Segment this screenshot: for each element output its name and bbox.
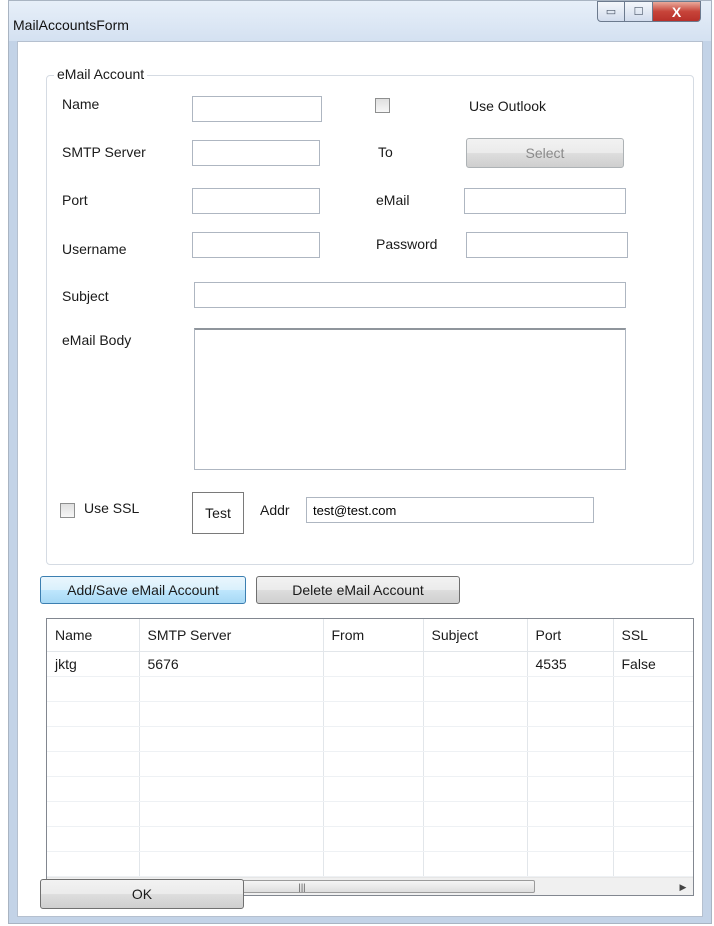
table-row-empty[interactable] [47, 726, 693, 752]
table-cell[interactable]: 4535 [527, 651, 614, 677]
use-outlook-label: Use Outlook [469, 98, 547, 114]
email-body-textarea[interactable] [194, 328, 626, 470]
minimize-icon: ▭ [605, 6, 617, 18]
table-header-row: Name SMTP Server From Subject Port SSL [47, 619, 693, 652]
column-header-subject[interactable]: Subject [423, 619, 528, 652]
use-ssl-label: Use SSL [84, 500, 140, 516]
grip-icon: ||| [298, 881, 306, 892]
maximize-button[interactable]: ☐ [625, 1, 653, 22]
ok-button-label: OK [131, 886, 153, 902]
table-cell[interactable]: jktg [47, 651, 140, 677]
form-client-area: eMail Account Name SMTP Server Port User… [17, 41, 703, 917]
scroll-right-icon[interactable]: ▶ [675, 880, 691, 894]
email-body-label: eMail Body [62, 332, 132, 348]
table-cell[interactable] [323, 651, 424, 677]
email-account-group-legend: eMail Account [54, 66, 148, 82]
addr-input[interactable] [306, 497, 594, 523]
column-header-smtp-server[interactable]: SMTP Server [139, 619, 324, 652]
close-icon: X [671, 3, 682, 20]
mail-accounts-window: MailAccountsForm ▭ ☐ X eMail Account Nam… [8, 0, 712, 924]
table-cell[interactable]: False [613, 651, 693, 677]
select-button[interactable]: Select [466, 138, 624, 168]
column-header-ssl[interactable]: SSL [613, 619, 693, 652]
accounts-table: Name SMTP Server From Subject Port SSL j… [47, 619, 693, 877]
name-input[interactable] [192, 96, 322, 122]
addr-label: Addr [260, 502, 290, 518]
subject-label: Subject [62, 288, 109, 304]
title-bar[interactable]: MailAccountsForm ▭ ☐ X [9, 1, 711, 41]
use-outlook-checkbox[interactable] [375, 98, 390, 113]
email-label: eMail [376, 192, 410, 208]
window-title: MailAccountsForm [13, 17, 129, 33]
table-cell[interactable] [423, 651, 528, 677]
use-ssl-checkbox[interactable] [60, 503, 75, 518]
port-label: Port [62, 192, 88, 208]
column-header-name[interactable]: Name [47, 619, 140, 652]
email-input[interactable] [464, 188, 626, 214]
password-label: Password [376, 236, 438, 252]
column-header-port[interactable]: Port [527, 619, 614, 652]
close-button[interactable]: X [653, 1, 701, 22]
table-row[interactable]: jktg 5676 4535 False [47, 651, 693, 677]
ok-button[interactable]: OK [40, 879, 244, 909]
port-input[interactable] [192, 188, 320, 214]
table-row-empty[interactable] [47, 776, 693, 802]
subject-input[interactable] [194, 282, 626, 308]
test-button-label: Test [205, 505, 231, 521]
caption-buttons: ▭ ☐ X [597, 1, 701, 22]
minimize-button[interactable]: ▭ [597, 1, 625, 22]
smtp-server-label: SMTP Server [62, 144, 146, 160]
table-row-empty[interactable] [47, 676, 693, 702]
smtp-server-input[interactable] [192, 140, 320, 166]
add-save-email-account-button[interactable]: Add/Save eMail Account [40, 576, 246, 604]
username-input[interactable] [192, 232, 320, 258]
column-header-from[interactable]: From [323, 619, 424, 652]
password-input[interactable] [466, 232, 628, 258]
delete-button-label: Delete eMail Account [292, 582, 424, 598]
accounts-data-grid[interactable]: Name SMTP Server From Subject Port SSL j… [46, 618, 694, 896]
table-row-empty[interactable] [47, 701, 693, 727]
table-row-empty[interactable] [47, 801, 693, 827]
table-row-empty[interactable] [47, 751, 693, 777]
to-label: To [378, 144, 393, 160]
name-label: Name [62, 96, 100, 112]
username-label: Username [62, 241, 127, 257]
table-cell[interactable]: 5676 [139, 651, 324, 677]
add-save-button-label: Add/Save eMail Account [67, 582, 219, 598]
maximize-icon: ☐ [633, 6, 644, 18]
table-row-empty[interactable] [47, 851, 693, 877]
delete-email-account-button[interactable]: Delete eMail Account [256, 576, 460, 604]
select-button-label: Select [525, 145, 565, 161]
table-row-empty[interactable] [47, 826, 693, 852]
test-button[interactable]: Test [192, 492, 244, 534]
